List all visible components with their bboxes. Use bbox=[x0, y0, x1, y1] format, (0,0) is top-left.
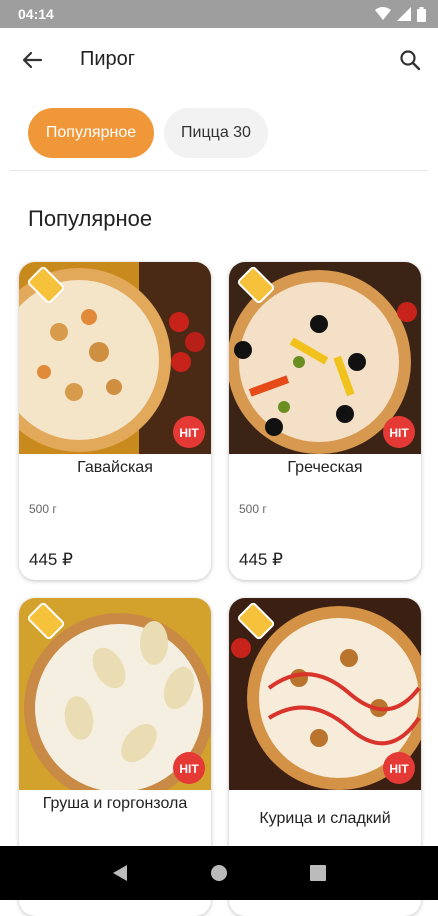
hit-badge: HIT bbox=[179, 426, 199, 440]
back-triangle-icon[interactable] bbox=[105, 858, 135, 888]
product-name: Груша и горгонзола bbox=[42, 795, 188, 812]
hit-badge: HIT bbox=[179, 762, 199, 776]
pizza-image: HIT bbox=[19, 262, 211, 454]
product-name: Греческая bbox=[287, 459, 363, 476]
page-title: Пирог bbox=[80, 48, 136, 70]
product-price: 445 ₽ bbox=[29, 550, 73, 569]
search-icon[interactable] bbox=[396, 46, 424, 74]
pizza-image: HIT bbox=[229, 598, 421, 790]
home-circle-icon[interactable] bbox=[204, 858, 234, 888]
product-weight: 500 г bbox=[29, 502, 57, 516]
section-title: Популярное bbox=[28, 206, 153, 231]
recents-square-icon[interactable] bbox=[303, 858, 333, 888]
product-name: Гавайская bbox=[77, 459, 153, 476]
pizza-image: HIT bbox=[229, 262, 421, 454]
category-chips: Популярное Пицца 30 bbox=[28, 108, 268, 158]
chip-pizza-30[interactable]: Пицца 30 bbox=[164, 108, 268, 158]
hit-badge: HIT bbox=[389, 762, 409, 776]
arrow-left-icon[interactable] bbox=[18, 46, 46, 74]
hit-badge: HIT bbox=[389, 426, 409, 440]
divider bbox=[10, 170, 428, 171]
product-name: Курица и сладкий bbox=[259, 810, 391, 827]
pizza-image: HIT bbox=[19, 598, 211, 790]
battery-icon bbox=[417, 6, 426, 22]
product-card[interactable]: HIT Греческая 500 г 445 ₽ bbox=[229, 262, 421, 580]
signal-icon bbox=[397, 7, 411, 21]
product-weight: 500 г bbox=[239, 502, 267, 516]
chip-popular[interactable]: Популярное bbox=[28, 108, 154, 158]
status-icons bbox=[375, 6, 426, 22]
wifi-icon bbox=[375, 7, 391, 20]
app-bar: Пирог bbox=[0, 28, 438, 92]
status-bar: 04:14 bbox=[0, 0, 438, 28]
product-price: 445 ₽ bbox=[239, 550, 283, 569]
status-time: 04:14 bbox=[18, 6, 54, 22]
system-nav-bar bbox=[0, 846, 438, 900]
product-card[interactable]: HIT Гавайская 500 г 445 ₽ bbox=[19, 262, 211, 580]
